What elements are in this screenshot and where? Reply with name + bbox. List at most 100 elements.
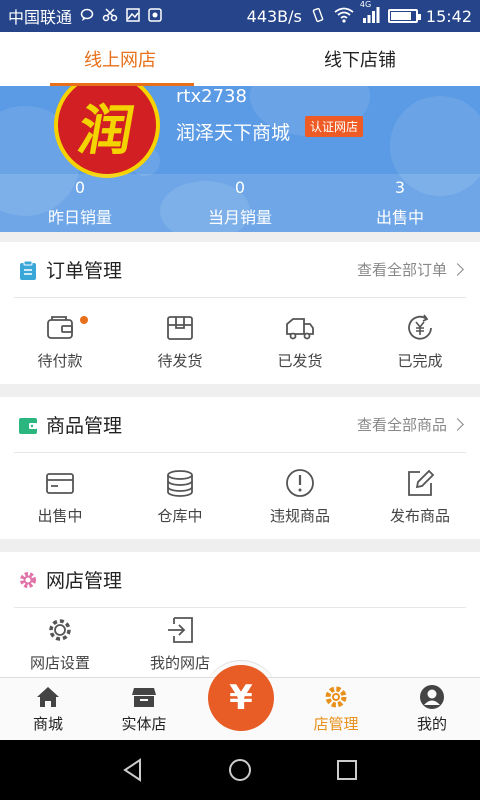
battery-icon xyxy=(387,9,421,23)
status-bar: 中国联通 443B/s 4G 15:42 xyxy=(0,0,480,32)
enter-icon xyxy=(168,616,193,643)
cell-label: 待付款 xyxy=(37,351,83,370)
tab-label: 线上网店 xyxy=(84,50,156,71)
yen-icon: ¥ xyxy=(229,678,253,718)
clock: 15:42 xyxy=(425,6,472,26)
view-all-orders-link[interactable]: 查看全部订单 xyxy=(356,259,464,280)
cell-label: 已完成 xyxy=(397,351,443,370)
system-nav-bar xyxy=(0,740,480,800)
stat-label: 当月销量 xyxy=(207,208,272,227)
cell-label: 违规商品 xyxy=(269,506,330,525)
tab-offline-store[interactable]: 线下店铺 xyxy=(240,32,480,86)
carrier-label: 中国联通 xyxy=(8,8,73,27)
order-management-header: 订单管理 查看全部订单 xyxy=(14,242,466,298)
tab-label: 线下店铺 xyxy=(324,50,396,71)
notification-dot xyxy=(80,316,88,324)
cell-label: 已发货 xyxy=(277,351,323,370)
app-icon xyxy=(148,7,162,25)
stat-value: 0 xyxy=(74,178,86,197)
stat-on-sale[interactable]: 3 出售中 xyxy=(320,174,480,232)
shop-name: 润泽天下商城 xyxy=(176,122,291,144)
store-management-section: 网店管理 网店设置 我的网店 xyxy=(0,552,480,677)
wifi-icon xyxy=(334,7,354,26)
image-icon xyxy=(126,7,140,25)
cell-label: 网店设置 xyxy=(29,653,90,672)
shop-id: rtx2738 xyxy=(176,86,247,107)
nav-mine[interactable]: 我的 xyxy=(384,678,480,740)
store-settings[interactable]: 网店设置 xyxy=(0,608,120,678)
nav-label: 商城 xyxy=(32,715,63,733)
wallet-green-icon xyxy=(18,415,38,435)
store-tabs: 线上网店 线下店铺 xyxy=(0,32,480,86)
nav-label: 店管理 xyxy=(313,715,359,733)
nav-mall[interactable]: 商城 xyxy=(0,678,96,740)
goods-on-sale[interactable]: 出售中 xyxy=(0,453,120,539)
tab-online-store[interactable]: 线上网店 xyxy=(0,32,240,86)
cell-label: 出售中 xyxy=(37,506,83,525)
goods-in-warehouse[interactable]: 仓库中 xyxy=(120,453,240,539)
cell-label: 待发货 xyxy=(157,351,203,370)
shop-logo-char: 润 xyxy=(73,97,139,162)
stat-yesterday-sales[interactable]: 0 昨日销量 xyxy=(0,174,160,232)
link-label: 查看全部订单 xyxy=(356,261,447,279)
package-icon xyxy=(167,315,193,340)
order-status-row: 待付款 待发货 已发货 已完成 xyxy=(0,298,480,384)
card-icon xyxy=(46,472,74,494)
gear-pink-icon xyxy=(18,570,38,590)
section-title: 商品管理 xyxy=(46,415,123,437)
chat-icon xyxy=(80,8,94,25)
order-shipped[interactable]: 已发货 xyxy=(240,298,360,384)
order-to-ship[interactable]: 待发货 xyxy=(120,298,240,384)
order-completed[interactable]: 已完成 xyxy=(360,298,480,384)
stack-icon xyxy=(167,469,193,497)
goods-management-section: 商品管理 查看全部商品 出售中 仓库中 违规商品 发布商品 xyxy=(0,397,480,539)
order-management-section: 订单管理 查看全部订单 待付款 待发货 已发货 已完成 xyxy=(0,242,480,384)
warning-icon xyxy=(286,468,314,497)
truck-icon xyxy=(286,317,314,339)
chevron-right-icon xyxy=(451,418,464,431)
stat-month-sales[interactable]: 0 当月销量 xyxy=(160,174,320,232)
stat-value: 0 xyxy=(234,178,246,197)
goods-violation[interactable]: 违规商品 xyxy=(240,453,360,539)
nav-label: 实体店 xyxy=(121,715,167,733)
battery-fill xyxy=(390,12,412,20)
cell-label: 发布商品 xyxy=(389,506,450,525)
stat-value: 3 xyxy=(394,178,406,197)
recents-icon[interactable] xyxy=(334,757,360,783)
vibrate-icon xyxy=(310,7,326,26)
sales-stats: 0 昨日销量 0 当月销量 3 出售中 xyxy=(0,174,480,232)
order-pending-payment[interactable]: 待付款 xyxy=(0,298,120,384)
nav-store-management[interactable]: 店管理 xyxy=(288,678,384,740)
back-icon[interactable] xyxy=(120,757,146,783)
home-icon xyxy=(37,687,59,707)
yen-payment-button[interactable]: ¥ xyxy=(208,665,274,731)
cell-label: 仓库中 xyxy=(157,506,203,525)
stat-label: 昨日销量 xyxy=(47,208,112,227)
chevron-right-icon xyxy=(451,263,464,276)
shop-banner: 润 rtx2738 润泽天下商城 认证网店 0 昨日销量 0 当月销量 3 出售… xyxy=(0,86,480,232)
certified-badge: 认证网店 xyxy=(305,116,364,137)
gear-icon xyxy=(49,618,71,641)
cell-label: 我的网店 xyxy=(149,653,210,672)
clipboard-icon xyxy=(18,260,38,280)
goods-status-row: 出售中 仓库中 违规商品 发布商品 xyxy=(0,453,480,539)
goods-management-header: 商品管理 查看全部商品 xyxy=(14,397,466,453)
nav-physical-store[interactable]: 实体店 xyxy=(96,678,192,740)
nav-label: 我的 xyxy=(416,715,447,733)
view-all-goods-link[interactable]: 查看全部商品 xyxy=(356,414,464,435)
store-icon xyxy=(132,688,156,707)
stat-label: 出售中 xyxy=(375,208,424,227)
store-management-header: 网店管理 xyxy=(14,552,466,608)
wallet-icon xyxy=(47,315,73,339)
scissors-icon xyxy=(102,7,118,25)
section-title: 订单管理 xyxy=(46,260,123,282)
link-label: 查看全部商品 xyxy=(356,416,447,434)
person-icon xyxy=(420,685,444,709)
yen-refresh-icon xyxy=(408,313,432,340)
gear-icon xyxy=(325,686,347,708)
network-type-label: 4G xyxy=(359,0,372,9)
signal-icon: 4G xyxy=(360,0,380,26)
home-circle-icon[interactable] xyxy=(227,757,253,783)
goods-publish[interactable]: 发布商品 xyxy=(360,453,480,539)
screen: 中国联通 443B/s 4G 15:42 线上网店 线下店铺 润 rtx2738… xyxy=(0,0,480,800)
